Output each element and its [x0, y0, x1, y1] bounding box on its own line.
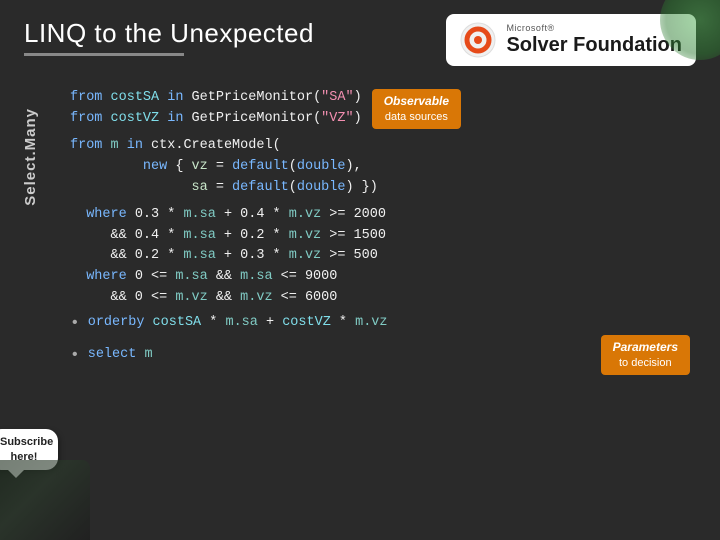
- title-underline: [24, 53, 184, 56]
- observable-sub: data sources: [385, 110, 448, 124]
- code-line-1: from costSA in GetPriceMonitor( "SA" ): [70, 88, 362, 109]
- method-1-close: ): [354, 88, 362, 109]
- parameters-tag: Parameters to decision: [601, 335, 690, 375]
- select-many-label: Select.Many: [22, 108, 39, 206]
- observable-tag: Observable data sources: [372, 89, 461, 129]
- code-group-4: • orderby costSA * m.sa + costVZ * m.vz …: [70, 311, 700, 375]
- slide: LINQ to the Unexpected Microsoft® Solver…: [0, 0, 720, 540]
- cost-sa: costSA: [111, 88, 160, 109]
- code-lines-1: from costSA in GetPriceMonitor( "SA" ) f…: [70, 88, 362, 130]
- str-sa: "SA": [321, 88, 353, 109]
- code-line-10: && 0 <= m.vz && m.vz <= 6000: [70, 288, 700, 309]
- bullet-dot-1: •: [70, 311, 80, 335]
- code-line-9: where 0 <= m.sa && m.sa <= 9000: [70, 267, 700, 288]
- kw-from-2: from: [70, 109, 102, 130]
- cost-vz: costVZ: [111, 109, 160, 130]
- code-line-3: from m in ctx.CreateModel(: [70, 136, 700, 157]
- title-block: LINQ to the Unexpected: [24, 18, 314, 56]
- code-line-12: • select m: [70, 343, 153, 367]
- solver-foundation-label: Solver Foundation: [506, 34, 682, 56]
- header: LINQ to the Unexpected Microsoft® Solver…: [0, 0, 720, 78]
- str-vz: "VZ": [321, 109, 353, 130]
- solver-icon: [460, 22, 496, 58]
- code-line-4: new { vz = default ( double ),: [70, 157, 700, 178]
- kw-in-2: in: [167, 109, 183, 130]
- code-line-2: from costVZ in GetPriceMonitor( "VZ" ): [70, 109, 362, 130]
- observable-label: Observable: [384, 94, 449, 110]
- slide-title: LINQ to the Unexpected: [24, 18, 314, 49]
- code-line-7: && 0.4 * m.sa + 0.2 * m.vz >= 1500: [70, 226, 700, 247]
- last-row: • select m Parameters to decision: [70, 335, 700, 375]
- kw-from-1: from: [70, 88, 102, 109]
- bullet-dot-2: •: [70, 343, 80, 367]
- code-line-8: && 0.2 * m.sa + 0.3 * m.vz >= 500: [70, 246, 700, 267]
- code-group-3: where 0.3 * m.sa + 0.4 * m.vz >= 2000 &&…: [70, 205, 700, 310]
- method-2-close: ): [354, 109, 362, 130]
- code-line-11: • orderby costSA * m.sa + costVZ * m.vz: [70, 311, 700, 335]
- solver-text-block: Microsoft® Solver Foundation: [506, 24, 682, 56]
- code-group-1: from costSA in GetPriceMonitor( "SA" ) f…: [70, 88, 700, 130]
- main-content: Select.Many Subscribehere! from costSA i…: [0, 78, 720, 540]
- parameters-sub: to decision: [619, 356, 672, 370]
- method-1: GetPriceMonitor(: [192, 88, 322, 109]
- building-silhouette: [0, 460, 90, 540]
- parameters-label: Parameters: [613, 340, 678, 356]
- code-line-5: sa = default ( double ) }): [70, 178, 700, 199]
- method-2: GetPriceMonitor(: [192, 109, 322, 130]
- code-group-2: from m in ctx.CreateModel( new { vz = de…: [70, 136, 700, 199]
- microsoft-label: Microsoft®: [506, 24, 682, 34]
- kw-in-1: in: [167, 88, 183, 109]
- code-area: from costSA in GetPriceMonitor( "SA" ) f…: [60, 78, 720, 530]
- code-line-6: where 0.3 * m.sa + 0.4 * m.vz >= 2000: [70, 205, 700, 226]
- solver-foundation-logo: Microsoft® Solver Foundation: [446, 14, 696, 66]
